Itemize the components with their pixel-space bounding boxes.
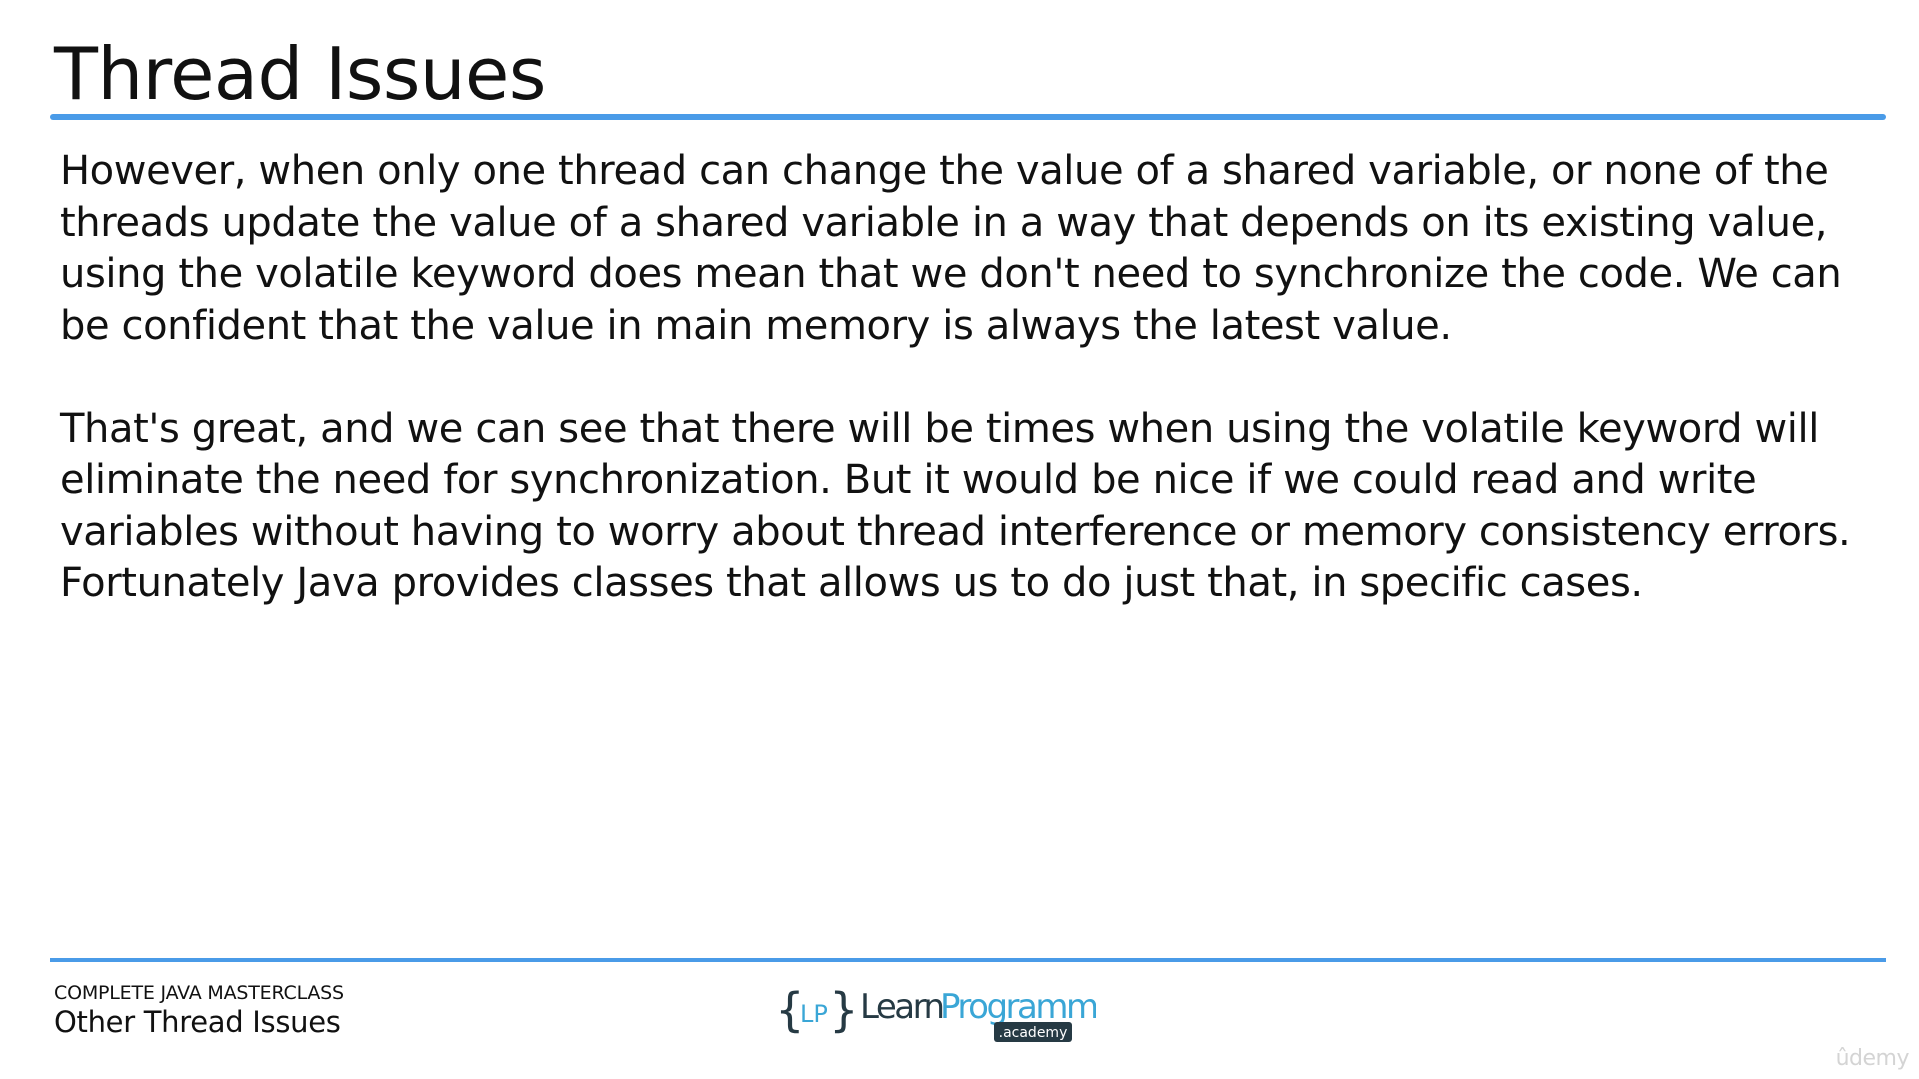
footer-divider (50, 958, 1886, 962)
body-paragraph-2: That's great, and we can see that there … (60, 405, 1851, 607)
logo-brace-right: } (830, 983, 858, 1037)
udemy-watermark: ûdemy (1835, 1046, 1910, 1071)
slide: Thread Issues However, when only one thr… (0, 0, 1919, 1079)
logo-brand-learn: Learn (860, 987, 943, 1027)
lesson-name: Other Thread Issues (54, 1005, 341, 1039)
logo-badge: .academy (999, 1025, 1068, 1041)
logo-mark: LP (800, 1000, 828, 1028)
body-paragraph-1: However, when only one thread can change… (60, 148, 1842, 349)
course-name: COMPLETE JAVA MASTERCLASS (54, 982, 344, 1004)
logo-brand-programming: Programming (940, 987, 1096, 1027)
slide-body: However, when only one thread can change… (60, 146, 1870, 610)
learnprogramming-logo: { LP } Learn Programming .academy (776, 980, 1096, 1046)
slide-title: Thread Issues (54, 32, 546, 116)
title-divider (50, 114, 1886, 120)
